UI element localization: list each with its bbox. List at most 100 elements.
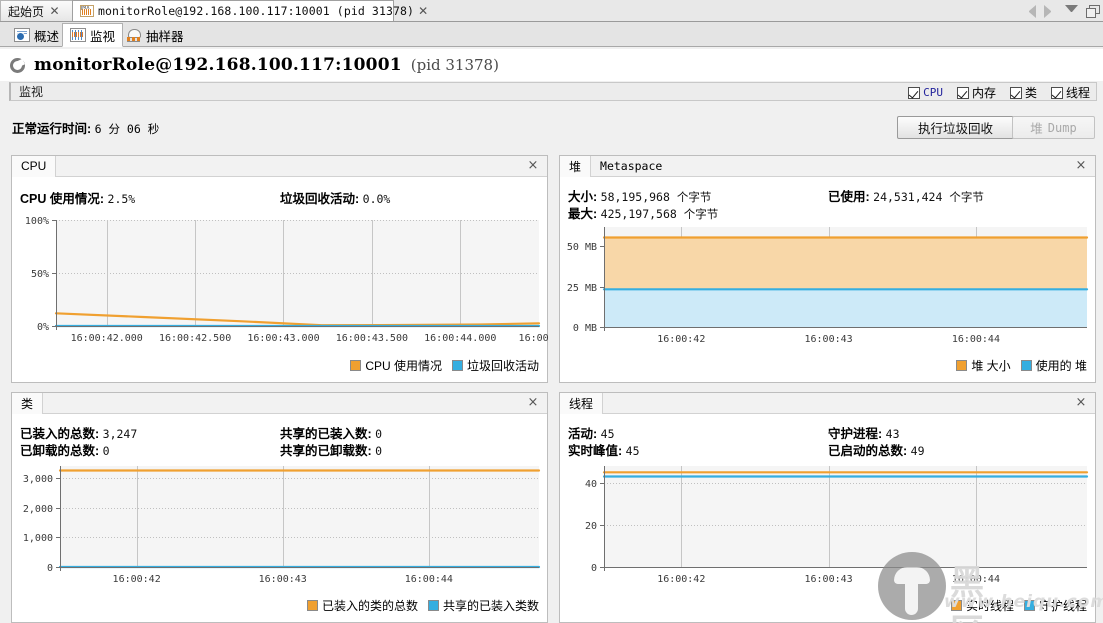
tool-tab-bar: 概述 监视 抽样器 (0, 22, 1103, 47)
tab-monitor[interactable]: 监视 (62, 23, 124, 47)
heap-max-label: 最大: (568, 207, 598, 221)
threads-panel-title-label: 线程 (569, 396, 594, 411)
heap-dump-button-label-en: Dump (1047, 120, 1077, 135)
svg-text:16:00:42.000: 16:00:42.000 (71, 333, 143, 344)
heap-used-value: 24,531,424 个字节 (873, 190, 984, 204)
classes-shared-unloaded-value: 0 (375, 444, 383, 458)
heap-panel-header: 堆 Metaspace × (560, 155, 1095, 177)
heap-panel-tab-metaspace[interactable]: Metaspace (591, 156, 671, 177)
classes-shared-unloaded-stat: 共享的已卸载数: 0 (280, 440, 382, 459)
cpu-panel-header: CPU × (12, 155, 547, 177)
checkbox-classes[interactable]: 类 (1009, 84, 1037, 101)
heap-panel-tab-heap[interactable]: 堆 (560, 155, 592, 177)
threads-peak-label: 实时峰值: (568, 444, 623, 458)
svg-text:0: 0 (47, 563, 53, 574)
threads-chart[interactable]: 0 20 40 16:00:42 16:00:43 16:00:44 (560, 460, 1097, 593)
svg-text:16:00:44.000: 16:00:44.000 (424, 333, 496, 344)
heap-used-stat: 已使用: 24,531,424 个字节 (828, 186, 984, 205)
connection-title-row: monitorRole@192.168.100.117:10001 (pid 3… (0, 49, 1103, 81)
window-tab-jmx-connection[interactable]: monitorRole@192.168.100.117:10001 (pid 3… (72, 0, 428, 21)
heap-dump-button[interactable]: 堆 Dump (1012, 116, 1095, 139)
svg-text:16:00:44: 16:00:44 (952, 334, 1000, 345)
gc-activity-value: 0.0% (362, 192, 391, 206)
threads-live-label: 活动: (568, 427, 598, 441)
gc-activity-stat: 垃圾回收活动: 0.0% (280, 188, 390, 207)
checkbox-label: 内存 (971, 86, 996, 100)
scroll-right-arrow-icon[interactable] (1044, 4, 1057, 18)
threads-panel-title[interactable]: 线程 (560, 392, 604, 414)
cpu-panel-title-label: CPU (21, 159, 47, 173)
legend-item-heap-size: 堆 大小 (956, 357, 1011, 374)
threads-peak-value: 45 (625, 444, 640, 458)
sampler-icon (126, 28, 142, 42)
close-icon[interactable]: × (1074, 159, 1088, 173)
classes-chart[interactable]: 0 1,000 2,000 3,000 16:00:42 16:00:43 16:00:44 (12, 460, 549, 593)
legend-label: 已装入的类的总数 (321, 599, 418, 613)
svg-text:40: 40 (585, 479, 597, 490)
checkbox-cpu[interactable]: CPU (908, 86, 943, 99)
legend-swatch-blue (451, 360, 463, 371)
window-tab-strip: 起始页 ✕ monitorRole@192.168.100.117:10001 … (0, 0, 1103, 22)
svg-text:16:00:44: 16:00:44 (952, 574, 1000, 585)
chart-visibility-checkboxes: CPU 内存 类 线程 (908, 83, 1090, 102)
legend-item-classes-shared: 共享的已装入类数 (427, 597, 539, 614)
threads-total-started-value: 49 (910, 444, 925, 458)
classes-chart-legend: 已装入的类的总数 共享的已装入类数 (306, 597, 539, 614)
legend-item-threads-live: 实时线程 (950, 597, 1014, 614)
legend-label: 共享的已装入类数 (442, 599, 539, 613)
classes-panel-title-label: 类 (21, 396, 34, 411)
svg-text:16:00:42: 16:00:42 (113, 574, 161, 585)
checkbox-checked-icon (956, 86, 969, 99)
threads-panel-body: 活动: 45 守护进程: 43 实时峰值: 45 已启动的总数: 49 0 20 4… (560, 414, 1095, 622)
tab-overview[interactable]: 概述 (6, 23, 67, 47)
threads-daemon-value: 43 (885, 427, 900, 441)
svg-text:16:00:44: 16:00:44 (405, 574, 453, 585)
chevron-down-icon[interactable] (1065, 4, 1078, 18)
legend-label: 守护线程 (1038, 599, 1087, 613)
checkbox-checked-icon (1009, 86, 1022, 99)
close-icon[interactable]: ✕ (48, 5, 61, 18)
tab-sampler[interactable]: 抽样器 (118, 23, 192, 47)
tab-label: 抽样器 (146, 29, 184, 44)
legend-swatch-blue (427, 600, 439, 611)
maximize-restore-icon[interactable] (1086, 4, 1100, 18)
classes-loaded-total-label: 已装入的总数: (20, 427, 100, 441)
svg-text:2,000: 2,000 (23, 504, 53, 515)
threads-total-started-label: 已启动的总数: (828, 444, 908, 458)
cpu-chart[interactable]: 0% 50% 100% 16:00:42.000 16:00:42.500 16:00:4… (12, 212, 549, 352)
monitor-icon (70, 28, 86, 42)
scroll-left-arrow-icon[interactable] (1023, 4, 1036, 18)
svg-text:50 MB: 50 MB (567, 242, 597, 253)
svg-text:16:00:42.500: 16:00:42.500 (159, 333, 231, 344)
close-icon[interactable]: ✕ (418, 5, 428, 18)
cpu-panel: CPU × CPU 使用情况: 2.5% 垃圾回收活动: 0.0% 0% 50% 1… (11, 155, 549, 383)
heap-chart-legend: 堆 大小 使用的 堆 (956, 357, 1087, 374)
checkbox-memory[interactable]: 内存 (956, 84, 996, 101)
svg-text:16:00:43: 16:00:43 (805, 574, 853, 585)
tab-label: 概述 (34, 29, 60, 44)
tab-label: 监视 (90, 29, 116, 44)
classes-shared-unloaded-label: 共享的已卸载数: (280, 444, 372, 458)
checkbox-label: 类 (1024, 86, 1037, 100)
heap-chart[interactable]: 0 MB 25 MB 50 MB 16:00:42 16:00:43 16:00:44 (560, 223, 1097, 353)
uptime-row: 正常运行时间: 6 分 06 秒 (12, 118, 159, 137)
threads-live-value: 45 (600, 427, 615, 441)
svg-text:3,000: 3,000 (23, 474, 53, 485)
process-id-label: (pid 31378) (410, 56, 499, 74)
close-icon[interactable]: × (526, 159, 540, 173)
threads-peak-stat: 实时峰值: 45 (568, 440, 640, 459)
close-icon[interactable]: × (1074, 396, 1088, 410)
classes-panel-title[interactable]: 类 (12, 392, 44, 414)
cpu-panel-title[interactable]: CPU (12, 155, 57, 177)
close-icon[interactable]: × (526, 396, 540, 410)
svg-text:0: 0 (591, 563, 597, 574)
checkbox-threads[interactable]: 线程 (1050, 84, 1090, 101)
window-tab-start-page[interactable]: 起始页 ✕ (0, 0, 77, 21)
perform-gc-button[interactable]: 执行垃圾回收 (897, 116, 1014, 139)
svg-text:20: 20 (585, 521, 597, 532)
classes-shared-loaded-value: 0 (375, 427, 383, 441)
window-tab-label: monitorRole@192.168.100.117:10001 (pid 3… (98, 4, 415, 18)
checkbox-checked-icon (1050, 86, 1063, 99)
svg-text:16:00:43: 16:00:43 (805, 334, 853, 345)
heap-max-value: 425,197,568 个字节 (600, 207, 719, 221)
